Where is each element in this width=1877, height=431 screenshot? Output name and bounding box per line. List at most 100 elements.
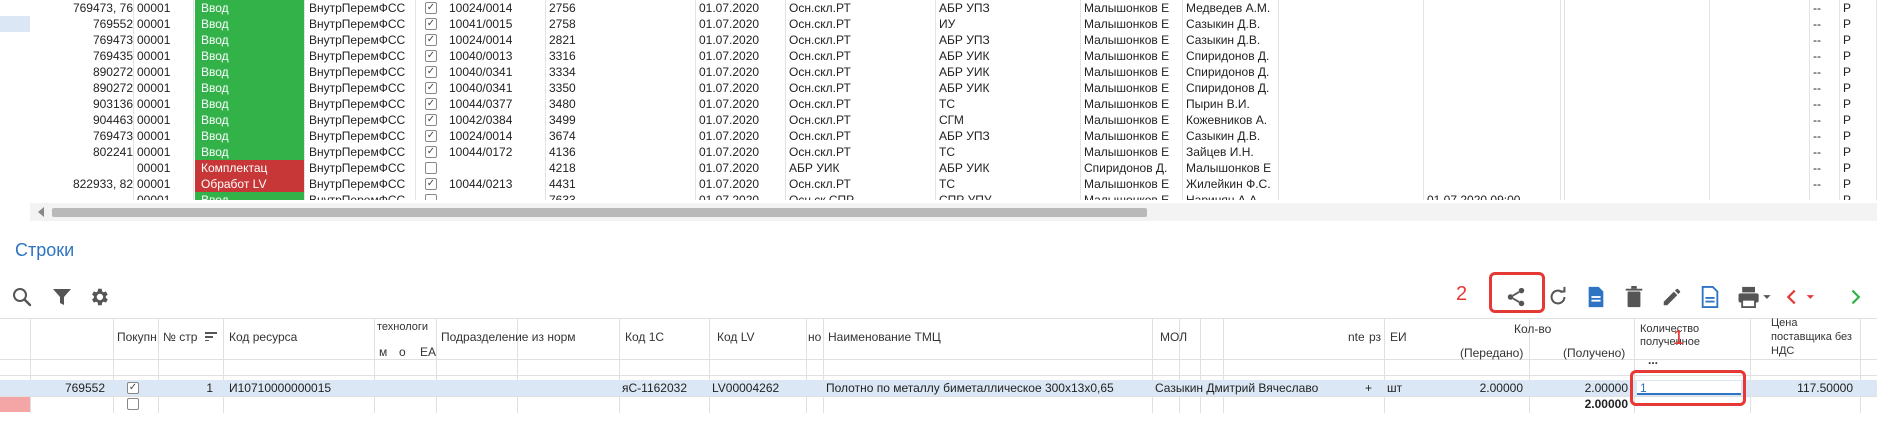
row-selector[interactable] [0,160,30,176]
header-nom[interactable]: ном [808,330,822,344]
table-row[interactable]: 769473 00001 Ввод ВнутрПеремФСС ✓ 10024/0014 3… [0,128,1877,144]
row-checkbox[interactable]: ✓ [425,18,437,30]
header-polucheno[interactable]: (Получено) [1563,346,1633,360]
table-row[interactable]: 903136 00001 Ввод ВнутрПеремФСС ✓ 10044/0377 3… [0,96,1877,112]
row-checkbox[interactable]: ✓ [425,82,437,94]
header-tech-ea[interactable]: ЕА [420,345,436,359]
row-selector[interactable] [0,0,30,16]
row-checkbox[interactable]: ✓ [425,178,437,190]
document-outline-icon[interactable] [1696,283,1724,311]
header-mol[interactable]: МОЛ [1160,330,1310,344]
gear-icon[interactable] [85,283,113,311]
horizontal-scrollbar[interactable] [30,203,1877,221]
pencil-icon[interactable] [1658,283,1686,311]
column-menu-icon[interactable]: ... [1648,353,1668,367]
scroll-left-arrow[interactable] [38,207,44,217]
table-cell-col-a: -- [1810,48,1840,64]
row-selector[interactable] [0,128,30,144]
table-cell-blank4 [1710,16,1810,32]
row-selector[interactable] [0,48,30,64]
table-cell-code: 00001 [134,176,194,192]
documents-grid: 769473, 76 00001 Ввод ВнутрПеремФСС ✓ 10024/0… [0,0,1877,200]
table-cell-lv: 10044/0377 [446,96,546,112]
sort-icon[interactable] [205,331,219,341]
header-kod-lv[interactable]: Код LV [717,330,797,344]
row-selector[interactable] [0,192,30,200]
trash-icon[interactable] [1620,283,1648,311]
row-selector[interactable] [0,96,30,112]
header-podrazdelenie[interactable]: Подразделение из норм [441,330,616,344]
table-row[interactable]: 802241 00001 Ввод ВнутрПеремФСС ✓ 10044/0172 4… [0,144,1877,160]
row-selector[interactable] [0,80,30,96]
row-checkbox[interactable]: ✓ [127,382,139,394]
table-cell-extra [1424,80,1561,96]
row-selector[interactable] [0,16,30,32]
table-cell-date: 01.07.2020 [696,16,786,32]
table-cell-col-b: P [1840,192,1877,200]
table-cell-lv: 10040/0013 [446,48,546,64]
header-tech-o[interactable]: о [399,345,411,359]
row-checkbox[interactable]: ✓ [425,146,437,158]
search-icon[interactable] [8,283,36,311]
row-selector[interactable] [0,32,30,48]
table-row[interactable]: 890272 00001 Ввод ВнутрПеремФСС ✓ 10040/0341 3… [0,64,1877,80]
grid-line [158,318,159,413]
header-nte[interactable]: nte [1348,330,1364,344]
header-ei[interactable]: ЕИ [1390,330,1414,344]
chevron-left-icon[interactable] [1780,283,1826,311]
header-num-str[interactable]: № стр [163,330,209,344]
table-row[interactable]: 00001 Комплектац ВнутрПеремФСС 4218 01.07.20… [0,160,1877,176]
table-cell-blank1 [1279,160,1424,176]
row-selector[interactable] [0,64,30,80]
table-row[interactable]: 822933, 82 00001 Обработ LV ВнутрПеремФСС ✓ 1… [0,176,1877,192]
table-row[interactable]: 769435 00001 Ввод ВнутрПеремФСС ✓ 10040/0013 3… [0,48,1877,64]
header-naimenovanie[interactable]: Наименование ТМЦ [828,330,1128,344]
refresh-icon[interactable] [1544,283,1572,311]
row-checkbox[interactable]: ✓ [425,2,437,14]
chevron-right-icon[interactable] [1842,283,1872,311]
table-cell-blank3 [1562,96,1710,112]
header-kod-resursa[interactable]: Код ресурса [229,330,369,344]
row-checkbox[interactable]: ✓ [425,34,437,46]
table-row[interactable]: 769552 00001 Ввод ВнутрПеремФСС ✓ 10041/0015 2… [0,16,1877,32]
row-checkbox[interactable] [425,194,437,200]
row-checkbox[interactable]: ✓ [425,66,437,78]
table-cell-lv: 10024/0014 [446,0,546,16]
table-cell-code: 00001 [134,0,194,16]
table-row[interactable]: 769473, 76 00001 Ввод ВнутрПеремФСС ✓ 10024/0… [0,0,1877,16]
share-icon[interactable] [1502,283,1530,311]
scrollbar-thumb[interactable] [52,208,1147,217]
header-peredano[interactable]: (Передано) [1460,346,1530,360]
header-kolvo[interactable]: Кол-во [1514,322,1574,336]
table-row[interactable]: 890272 00001 Ввод ВнутрПеремФСС ✓ 10040/0341 3… [0,80,1877,96]
filter-icon[interactable] [48,283,76,311]
row-checkbox[interactable]: ✓ [425,130,437,142]
row-checkbox[interactable]: ✓ [425,114,437,126]
table-cell-date: 01.07.2020 [696,176,786,192]
table-cell-blank1 [1279,64,1424,80]
table-row[interactable]: 904463 00001 Ввод ВнутрПеремФСС ✓ 10042/0384 3… [0,112,1877,128]
row-selector[interactable] [0,176,30,192]
row-selector[interactable] [0,112,30,128]
header-tech-m[interactable]: м [379,345,391,359]
header-rz[interactable]: рз [1369,330,1383,344]
row-checkbox[interactable] [425,162,437,174]
row-checkbox[interactable]: ✓ [425,50,437,62]
header-pokup[interactable]: Покупн [117,330,157,344]
row-checkbox-empty[interactable] [127,398,139,410]
row-checkbox[interactable]: ✓ [425,98,437,110]
document-icon[interactable] [1582,283,1610,311]
table-cell-dept: ТС [936,96,1081,112]
header-cena[interactable]: Цена поставщика без НДС [1771,316,1861,360]
table-cell-id: 769473 [30,128,134,144]
table-cell-col-b: P [1840,96,1877,112]
grid-line [806,318,807,413]
header-kod-1c[interactable]: Код 1С [625,330,705,344]
header-tech[interactable]: технологи [377,321,435,333]
table-cell-extra [1424,160,1561,176]
printer-icon[interactable] [1734,283,1776,311]
table-row[interactable]: 769473 00001 Ввод ВнутрПеремФСС ✓ 10024/0014 2… [0,32,1877,48]
row-selector[interactable] [0,144,30,160]
table-row[interactable]: 00001 Ввод ВнутрПеремФСС 7633 01.07.2020 Осн.… [0,192,1877,200]
table-cell-blank4 [1710,144,1810,160]
